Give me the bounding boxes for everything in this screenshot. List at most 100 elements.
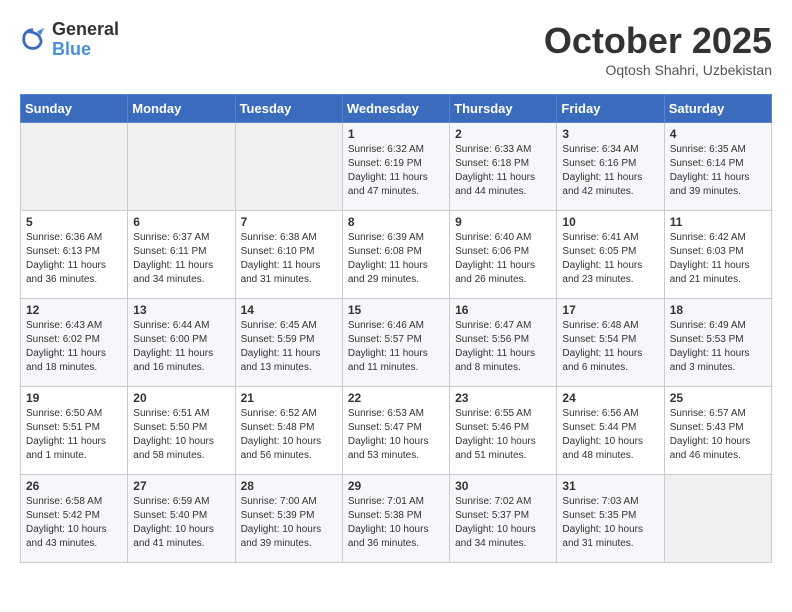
logo-blue-text: Blue bbox=[52, 40, 119, 60]
day-number: 9 bbox=[455, 215, 551, 229]
table-row: 13Sunrise: 6:44 AM Sunset: 6:00 PM Dayli… bbox=[128, 299, 235, 387]
month-title: October 2025 bbox=[544, 20, 772, 62]
day-number: 22 bbox=[348, 391, 444, 405]
cell-info: Sunrise: 7:03 AM Sunset: 5:35 PM Dayligh… bbox=[562, 495, 658, 551]
cell-info: Sunrise: 6:53 AM Sunset: 5:47 PM Dayligh… bbox=[348, 407, 444, 463]
table-row: 11 Sunrise: 6:42 AM Sunset: 6:03 PM Dayli… bbox=[664, 211, 771, 299]
day-number: 11 bbox=[670, 215, 766, 229]
table-row: 24 Sunrise: 6:56 AM Sunset: 5:44 PM Dayli… bbox=[557, 387, 664, 475]
table-row: 30 Sunrise: 7:02 AM Sunset: 5:37 PM Dayli… bbox=[450, 475, 557, 563]
location: Oqtosh Shahri, Uzbekistan bbox=[544, 62, 772, 78]
cell-info: Sunrise: 7:02 AM Sunset: 5:37 PM Dayligh… bbox=[455, 495, 551, 551]
table-row: 7 Sunrise: 6:38 AM Sunset: 6:10 PM Daylig… bbox=[235, 211, 342, 299]
cell-info: Sunrise: 6:48 AM Sunset: 5:54 PM Dayligh… bbox=[562, 319, 658, 375]
day-number: 1 bbox=[348, 127, 444, 141]
table-row: 8Sunrise: 6:39 AM Sunset: 6:08 PM Daylig… bbox=[342, 211, 449, 299]
day-number: 6 bbox=[133, 215, 229, 229]
table-row: 1Sunrise: 6:32 AM Sunset: 6:19 PM Daylig… bbox=[342, 123, 449, 211]
logo-icon bbox=[20, 26, 48, 54]
col-monday: Monday bbox=[128, 95, 235, 123]
day-number: 20 bbox=[133, 391, 229, 405]
cell-info: Sunrise: 6:58 AM Sunset: 5:42 PM Dayligh… bbox=[26, 495, 122, 551]
day-number: 27 bbox=[133, 479, 229, 493]
table-row: 20 Sunrise: 6:51 AM Sunset: 5:50 PM Dayli… bbox=[128, 387, 235, 475]
day-number: 18 bbox=[670, 303, 766, 317]
table-row: 5Sunrise: 6:36 AM Sunset: 6:13 PM Daylig… bbox=[21, 211, 128, 299]
table-row: 19 Sunrise: 6:50 AM Sunset: 5:51 PM Dayli… bbox=[21, 387, 128, 475]
day-number: 14 bbox=[241, 303, 337, 317]
cell-info: Sunrise: 7:00 AM Sunset: 5:39 PM Dayligh… bbox=[241, 495, 337, 551]
table-row: 9Sunrise: 6:40 AM Sunset: 6:06 PM Daylig… bbox=[450, 211, 557, 299]
calendar-week-2: 5Sunrise: 6:36 AM Sunset: 6:13 PM Daylig… bbox=[21, 211, 772, 299]
table-row: 23 Sunrise: 6:55 AM Sunset: 5:46 PM Dayli… bbox=[450, 387, 557, 475]
header: General Blue October 2025 Oqtosh Shahri,… bbox=[20, 20, 772, 78]
header-row: Sunday Monday Tuesday Wednesday Thursday… bbox=[21, 95, 772, 123]
cell-info: Sunrise: 6:37 AM Sunset: 6:11 PM Dayligh… bbox=[133, 231, 229, 287]
cell-info: Sunrise: 6:38 AM Sunset: 6:10 PM Dayligh… bbox=[241, 231, 337, 287]
table-row: 29 Sunrise: 7:01 AM Sunset: 5:38 PM Dayli… bbox=[342, 475, 449, 563]
table-row: 10Sunrise: 6:41 AM Sunset: 6:05 PM Dayli… bbox=[557, 211, 664, 299]
col-thursday: Thursday bbox=[450, 95, 557, 123]
day-number: 30 bbox=[455, 479, 551, 493]
cell-info: Sunrise: 6:51 AM Sunset: 5:50 PM Dayligh… bbox=[133, 407, 229, 463]
table-row: 15Sunrise: 6:46 AM Sunset: 5:57 PM Dayli… bbox=[342, 299, 449, 387]
calendar-week-5: 26 Sunrise: 6:58 AM Sunset: 5:42 PM Dayli… bbox=[21, 475, 772, 563]
table-row: 17Sunrise: 6:48 AM Sunset: 5:54 PM Dayli… bbox=[557, 299, 664, 387]
cell-info: Sunrise: 6:57 AM Sunset: 5:43 PM Dayligh… bbox=[670, 407, 766, 463]
cell-info: Sunrise: 6:34 AM Sunset: 6:16 PM Dayligh… bbox=[562, 143, 658, 199]
table-row: 3Sunrise: 6:34 AM Sunset: 6:16 PM Daylig… bbox=[557, 123, 664, 211]
table-row bbox=[128, 123, 235, 211]
cell-info: Sunrise: 6:55 AM Sunset: 5:46 PM Dayligh… bbox=[455, 407, 551, 463]
cell-info: Sunrise: 6:59 AM Sunset: 5:40 PM Dayligh… bbox=[133, 495, 229, 551]
calendar-week-4: 19 Sunrise: 6:50 AM Sunset: 5:51 PM Dayli… bbox=[21, 387, 772, 475]
day-number: 21 bbox=[241, 391, 337, 405]
cell-info: Sunrise: 7:01 AM Sunset: 5:38 PM Dayligh… bbox=[348, 495, 444, 551]
day-number: 4 bbox=[670, 127, 766, 141]
day-number: 24 bbox=[562, 391, 658, 405]
cell-info: Sunrise: 6:33 AM Sunset: 6:18 PM Dayligh… bbox=[455, 143, 551, 199]
table-row: 22 Sunrise: 6:53 AM Sunset: 5:47 PM Dayli… bbox=[342, 387, 449, 475]
calendar-week-3: 12 Sunrise: 6:43 AM Sunset: 6:02 PM Dayli… bbox=[21, 299, 772, 387]
table-row bbox=[235, 123, 342, 211]
table-row: 12 Sunrise: 6:43 AM Sunset: 6:02 PM Dayli… bbox=[21, 299, 128, 387]
day-number: 25 bbox=[670, 391, 766, 405]
day-number: 13 bbox=[133, 303, 229, 317]
cell-info: Sunrise: 6:45 AM Sunset: 5:59 PM Dayligh… bbox=[241, 319, 337, 375]
table-row: 18Sunrise: 6:49 AM Sunset: 5:53 PM Dayli… bbox=[664, 299, 771, 387]
cell-info: Sunrise: 6:47 AM Sunset: 5:56 PM Dayligh… bbox=[455, 319, 551, 375]
day-number: 5 bbox=[26, 215, 122, 229]
table-row: 16 Sunrise: 6:47 AM Sunset: 5:56 PM Dayli… bbox=[450, 299, 557, 387]
cell-info: Sunrise: 6:46 AM Sunset: 5:57 PM Dayligh… bbox=[348, 319, 444, 375]
logo-text: General Blue bbox=[52, 20, 119, 60]
cell-info: Sunrise: 6:56 AM Sunset: 5:44 PM Dayligh… bbox=[562, 407, 658, 463]
cell-info: Sunrise: 6:50 AM Sunset: 5:51 PM Dayligh… bbox=[26, 407, 122, 463]
day-number: 26 bbox=[26, 479, 122, 493]
day-number: 31 bbox=[562, 479, 658, 493]
table-row: 25 Sunrise: 6:57 AM Sunset: 5:43 PM Dayli… bbox=[664, 387, 771, 475]
col-wednesday: Wednesday bbox=[342, 95, 449, 123]
table-row: 26 Sunrise: 6:58 AM Sunset: 5:42 PM Dayli… bbox=[21, 475, 128, 563]
day-number: 10 bbox=[562, 215, 658, 229]
cell-info: Sunrise: 6:39 AM Sunset: 6:08 PM Dayligh… bbox=[348, 231, 444, 287]
day-number: 16 bbox=[455, 303, 551, 317]
calendar-week-1: 1Sunrise: 6:32 AM Sunset: 6:19 PM Daylig… bbox=[21, 123, 772, 211]
col-saturday: Saturday bbox=[664, 95, 771, 123]
day-number: 28 bbox=[241, 479, 337, 493]
logo-general-text: General bbox=[52, 20, 119, 40]
day-number: 2 bbox=[455, 127, 551, 141]
table-row: 6 Sunrise: 6:37 AM Sunset: 6:11 PM Daylig… bbox=[128, 211, 235, 299]
table-row: 14 Sunrise: 6:45 AM Sunset: 5:59 PM Dayli… bbox=[235, 299, 342, 387]
table-row: 27 Sunrise: 6:59 AM Sunset: 5:40 PM Dayli… bbox=[128, 475, 235, 563]
cell-info: Sunrise: 6:43 AM Sunset: 6:02 PM Dayligh… bbox=[26, 319, 122, 375]
cell-info: Sunrise: 6:42 AM Sunset: 6:03 PM Dayligh… bbox=[670, 231, 766, 287]
day-number: 29 bbox=[348, 479, 444, 493]
day-number: 19 bbox=[26, 391, 122, 405]
day-number: 7 bbox=[241, 215, 337, 229]
table-row bbox=[664, 475, 771, 563]
logo: General Blue bbox=[20, 20, 119, 60]
day-number: 12 bbox=[26, 303, 122, 317]
calendar-table: Sunday Monday Tuesday Wednesday Thursday… bbox=[20, 94, 772, 563]
page: General Blue October 2025 Oqtosh Shahri,… bbox=[0, 0, 792, 573]
day-number: 23 bbox=[455, 391, 551, 405]
table-row: 31 Sunrise: 7:03 AM Sunset: 5:35 PM Dayli… bbox=[557, 475, 664, 563]
